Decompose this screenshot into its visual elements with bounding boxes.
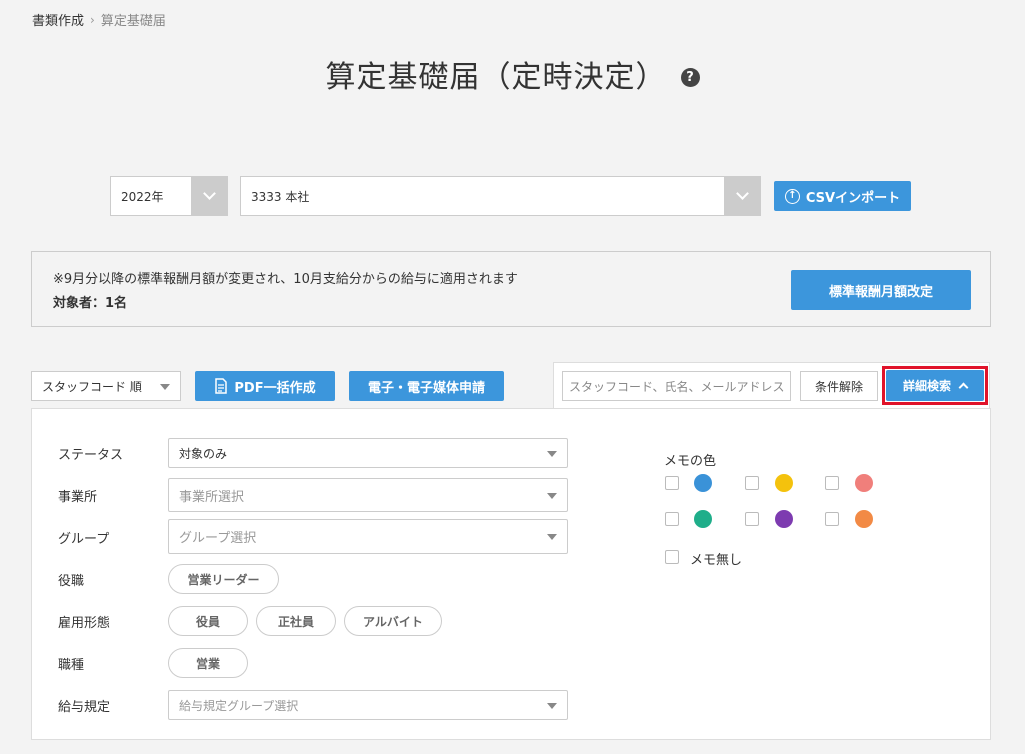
- memo-color-checkbox[interactable]: [745, 512, 759, 526]
- memo-color-dot: [775, 474, 793, 492]
- chip-employment[interactable]: 正社員: [256, 606, 336, 636]
- memo-color-dot: [855, 510, 873, 528]
- group-placeholder: グループ選択: [179, 531, 257, 546]
- chevron-down-icon[interactable]: [191, 177, 227, 215]
- caret-down-icon: [547, 451, 557, 457]
- salary-rule-placeholder: 給与規定グループ選択: [179, 698, 299, 713]
- caret-down-icon: [547, 703, 557, 709]
- chip-position[interactable]: 営業リーダー: [168, 564, 279, 594]
- salary-rule-select[interactable]: 給与規定グループ選択: [168, 690, 568, 720]
- notice-box: ※9月分以降の標準報酬月額が変更され、10月支給分からの給与に適用されます 対象…: [31, 251, 991, 327]
- office-filter-placeholder: 事業所選択: [179, 489, 245, 505]
- target-count: 対象者：1名: [53, 296, 128, 311]
- electronic-filing-button[interactable]: 電子・電子媒体申請: [349, 371, 504, 401]
- breadcrumb: 書類作成 › 算定基礎届: [32, 10, 166, 30]
- document-icon: [215, 378, 228, 394]
- page-title: 算定基礎届（定時決定）: [325, 60, 667, 95]
- page-header: 算定基礎届（定時決定） ?: [0, 52, 1025, 96]
- memo-color-checkbox[interactable]: [665, 476, 679, 490]
- pdf-batch-button[interactable]: PDF一括作成: [195, 371, 335, 401]
- chip-job[interactable]: 営業: [168, 648, 248, 678]
- chip-employment[interactable]: アルバイト: [344, 606, 442, 636]
- memo-none-checkbox[interactable]: [665, 550, 679, 564]
- chevron-down-icon[interactable]: [724, 177, 760, 215]
- year-select-value: 2022年: [121, 189, 164, 204]
- salary-rule-label: 給与規定: [58, 700, 111, 715]
- caret-down-icon: [547, 493, 557, 499]
- memo-color-checkbox[interactable]: [665, 512, 679, 526]
- memo-color-checkbox[interactable]: [825, 476, 839, 490]
- detail-search-label: 詳細検索: [902, 379, 951, 393]
- memo-color-checkbox[interactable]: [745, 476, 759, 490]
- chevron-right-icon: ›: [90, 12, 95, 27]
- group-label: グループ: [58, 532, 110, 547]
- pdf-batch-label: PDF一括作成: [234, 380, 316, 396]
- group-select[interactable]: グループ選択: [168, 519, 568, 554]
- clear-conditions-button[interactable]: 条件解除: [800, 371, 878, 401]
- status-label: ステータス: [58, 448, 124, 463]
- upload-icon: ↑: [784, 188, 800, 204]
- help-icon[interactable]: ?: [680, 67, 700, 87]
- memo-color-dot: [855, 474, 873, 492]
- status-select-value: 対象のみ: [179, 446, 228, 461]
- office-select-value: 3333 本社: [251, 189, 310, 204]
- employment-label: 雇用形態: [58, 616, 111, 631]
- memo-none-label: メモ無し: [690, 553, 743, 568]
- detail-search-button[interactable]: 詳細検索: [886, 370, 984, 401]
- notice-text: ※9月分以降の標準報酬月額が変更され、10月支給分からの給与に適用されます: [53, 272, 518, 287]
- sort-select-value: スタッフコード 順: [42, 379, 142, 394]
- memo-color-dot: [694, 510, 712, 528]
- revise-standard-pay-button[interactable]: 標準報酬月額改定: [791, 270, 971, 310]
- memo-color-dot: [775, 510, 793, 528]
- year-select[interactable]: 2022年: [110, 176, 228, 216]
- office-select[interactable]: 3333 本社: [240, 176, 761, 216]
- staff-search-input[interactable]: スタッフコード、氏名、メールアドレス: [562, 371, 791, 401]
- breadcrumb-parent[interactable]: 書類作成: [32, 10, 84, 29]
- caret-down-icon: [160, 384, 170, 390]
- job-label: 職種: [58, 658, 85, 673]
- position-label: 役職: [58, 574, 85, 589]
- breadcrumb-current: 算定基礎届: [100, 14, 166, 29]
- sort-select[interactable]: スタッフコード 順: [31, 371, 181, 401]
- memo-color-dot: [694, 474, 712, 492]
- memo-color-title: メモの色: [664, 454, 717, 469]
- csv-import-label: CSVインポート: [805, 190, 901, 206]
- chevron-up-icon: [958, 382, 969, 393]
- memo-color-checkbox[interactable]: [825, 512, 839, 526]
- status-select[interactable]: 対象のみ: [168, 438, 568, 468]
- office-filter-select[interactable]: 事業所選択: [168, 478, 568, 512]
- caret-down-icon: [547, 534, 557, 540]
- office-label: 事業所: [58, 490, 98, 505]
- csv-import-button[interactable]: ↑ CSVインポート: [774, 181, 911, 211]
- chip-employment[interactable]: 役員: [168, 606, 248, 636]
